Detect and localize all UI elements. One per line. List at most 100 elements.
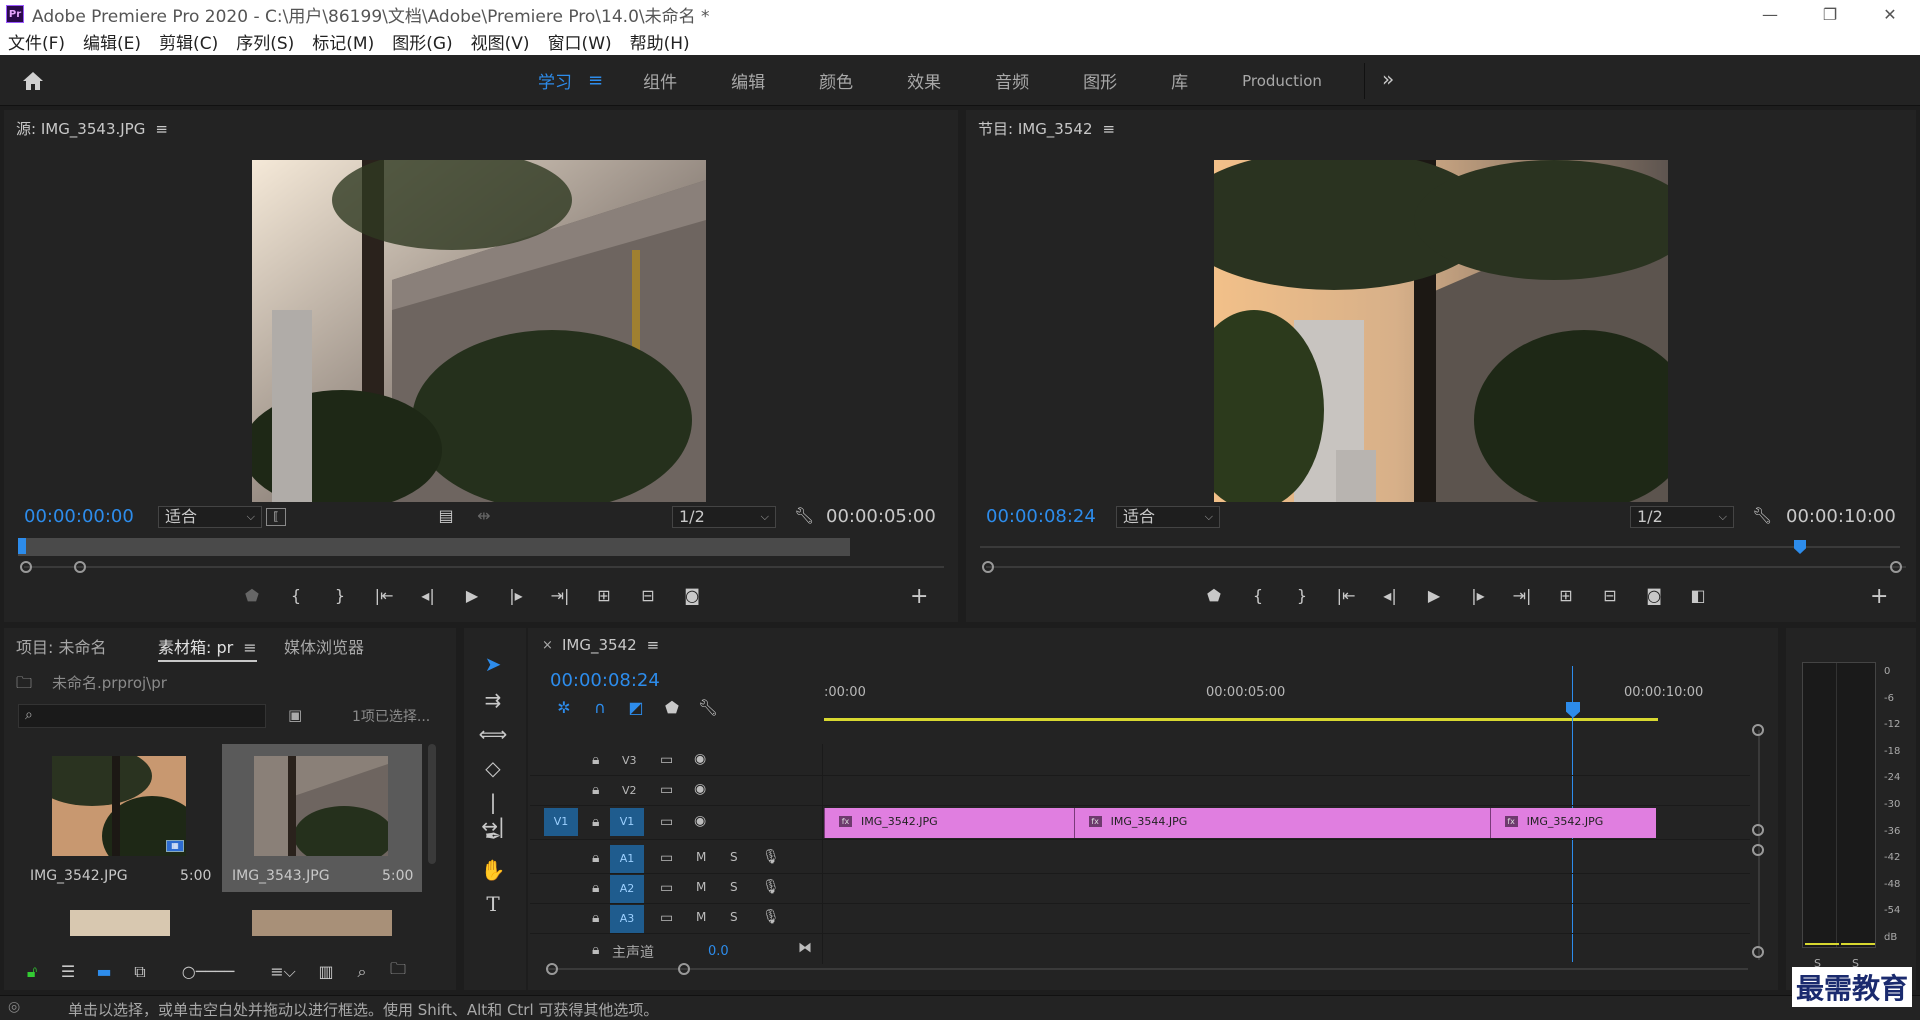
step-forward-icon[interactable]: |▸ <box>494 586 538 605</box>
add-button-icon[interactable]: + <box>910 584 928 609</box>
panel-menu-icon[interactable]: ≡ <box>155 120 168 138</box>
mark-out-icon[interactable]: } <box>318 586 362 605</box>
nest-icon[interactable]: ✲ <box>546 698 582 717</box>
menu-edit[interactable]: 编辑(E) <box>83 29 141 54</box>
find-icon[interactable]: ⌕ <box>344 962 380 982</box>
scroll-handle-right[interactable] <box>678 963 690 975</box>
add-button-icon[interactable]: + <box>1870 584 1888 609</box>
lock-icon[interactable]: 🔒︎ <box>592 782 599 798</box>
source-monitor-title[interactable]: 源: IMG_3543.JPG ≡ <box>16 118 168 139</box>
insert-icon[interactable]: ⊞ <box>582 586 626 605</box>
close-button[interactable]: ✕ <box>1860 0 1920 28</box>
source-patch-v1[interactable]: V1 <box>544 808 578 836</box>
lift-icon[interactable]: ⊞ <box>1544 586 1588 605</box>
menu-sequence[interactable]: 序列(S) <box>236 29 294 54</box>
program-zoom-dropdown[interactable]: 适合 ⌵ <box>1116 506 1220 528</box>
eye-icon[interactable]: ◉ <box>694 751 706 767</box>
snap-icon[interactable]: ∩ <box>582 698 618 717</box>
solo-button[interactable]: S <box>730 880 738 894</box>
lock-icon[interactable]: 🔒︎ <box>592 880 599 896</box>
add-marker-icon[interactable]: ⬟ <box>654 698 690 717</box>
sync-lock-icon[interactable]: ▭ <box>660 814 673 830</box>
pen-tool-icon[interactable]: ✒ <box>478 824 508 852</box>
go-to-in-icon[interactable]: |⇤ <box>362 586 406 605</box>
list-view-icon[interactable]: ☰ <box>50 962 86 981</box>
track-target-a1[interactable]: A1 <box>610 845 644 873</box>
eye-icon[interactable]: ◉ <box>694 813 706 829</box>
menu-file[interactable]: 文件(F) <box>8 29 65 54</box>
add-marker-icon[interactable]: ⬟ <box>230 586 274 605</box>
workspace-tab-audio[interactable]: 音频 <box>995 68 1029 93</box>
wrench-icon[interactable]: 🔧︎ <box>794 506 814 525</box>
insert-overlay-icon[interactable]: ▤ <box>436 506 456 525</box>
program-resolution-dropdown[interactable]: 1/2 ⌵ <box>1630 506 1734 528</box>
wrench-icon[interactable]: 🔧︎ <box>1752 506 1772 525</box>
program-playhead[interactable] <box>1794 540 1806 554</box>
tab-bin[interactable]: 素材箱: pr ≡ <box>158 634 257 662</box>
program-zoom-bar[interactable] <box>986 566 1906 568</box>
eye-icon[interactable]: ◉ <box>694 781 706 797</box>
workspace-tab-learning[interactable]: 学习 <box>538 68 572 93</box>
overwrite-icon[interactable]: ⊟ <box>626 586 670 605</box>
project-item-selected[interactable]: IMG_3543.JPG 5:00 <box>222 744 422 892</box>
type-tool-icon[interactable]: T <box>478 892 508 920</box>
program-scrub-ticks[interactable] <box>980 546 1900 548</box>
menu-graphics[interactable]: 图形(G) <box>392 29 452 54</box>
freeform-view-icon[interactable]: ⧉ <box>122 962 158 982</box>
linked-selection-icon[interactable]: ◩ <box>618 698 654 717</box>
solo-button[interactable]: S <box>730 910 738 924</box>
source-resolution-dropdown[interactable]: 1/2 ⌵ <box>672 506 776 528</box>
automate-to-sequence-icon[interactable]: ▥ <box>308 962 344 981</box>
workspace-tab-effects[interactable]: 效果 <box>907 68 941 93</box>
workspace-tab-assembly[interactable]: 组件 <box>643 68 677 93</box>
source-timecode[interactable]: 00:00:00:00 <box>24 506 134 527</box>
zoom-slider[interactable]: ○──── <box>158 962 258 981</box>
sort-icon[interactable]: ≡⌵ <box>258 962 308 982</box>
project-item[interactable]: ▦ IMG_3542.JPG 5:00 <box>20 744 220 892</box>
compare-view-icon[interactable]: ◧ <box>1676 586 1720 605</box>
mark-in-icon[interactable]: { <box>274 586 318 605</box>
sequence-tab[interactable]: IMG_3542 ≡ <box>562 636 659 654</box>
mark-out-icon[interactable]: } <box>1280 586 1324 605</box>
sync-lock-icon[interactable]: ▭ <box>660 782 673 798</box>
mute-button[interactable]: M <box>696 880 706 894</box>
program-video-frame[interactable] <box>1214 160 1668 502</box>
extract-icon[interactable]: ⊟ <box>1588 586 1632 605</box>
hand-tool-icon[interactable]: ✋ <box>478 858 508 886</box>
sync-lock-icon[interactable]: ▭ <box>660 850 673 866</box>
work-area-bar[interactable] <box>824 718 1658 721</box>
master-volume[interactable]: 0.0 <box>708 944 729 959</box>
menu-window[interactable]: 窗口(W) <box>548 29 612 54</box>
step-forward-icon[interactable]: |▸ <box>1456 586 1500 605</box>
new-bin-icon[interactable]: 🗀︎ <box>380 958 416 985</box>
step-back-icon[interactable]: ◂| <box>1368 586 1412 605</box>
program-timecode[interactable]: 00:00:08:24 <box>986 506 1096 527</box>
lock-icon[interactable]: 🔒︎ <box>592 942 599 958</box>
timeline-clip[interactable]: fx IMG_3544.JPG <box>1073 808 1490 838</box>
menu-view[interactable]: 视图(V) <box>471 29 530 54</box>
project-scrollbar[interactable] <box>428 744 436 864</box>
vscroll-handle[interactable] <box>1752 844 1764 856</box>
zoom-handle-left[interactable] <box>982 561 994 573</box>
go-to-out-icon[interactable]: ⇥| <box>538 586 582 605</box>
folder-up-icon[interactable]: 🗀︎ <box>16 672 32 699</box>
drag-audio-video-icon[interactable]: ⇹ <box>474 506 494 525</box>
source-zoom-dropdown[interactable]: 适合 ⌵ <box>158 506 262 528</box>
tab-media-browser[interactable]: 媒体浏览器 <box>284 634 364 658</box>
search-input[interactable]: ⌕ <box>18 704 266 728</box>
close-sequence-icon[interactable]: × <box>542 638 553 653</box>
track-target-a3[interactable]: A3 <box>610 905 644 933</box>
slip-tool-icon[interactable]: |↔| <box>478 790 508 838</box>
timeline-timecode[interactable]: 00:00:08:24 <box>550 670 660 691</box>
workspace-tab-libraries[interactable]: 库 <box>1171 68 1188 93</box>
go-to-in-icon[interactable]: |⇤ <box>1324 586 1368 605</box>
home-icon[interactable] <box>22 70 44 92</box>
source-video-frame[interactable] <box>252 160 706 502</box>
scroll-handle-left[interactable] <box>546 963 558 975</box>
workspace-tab-color[interactable]: 颜色 <box>819 68 853 93</box>
minimize-button[interactable]: — <box>1740 0 1800 28</box>
play-icon[interactable]: ▶ <box>450 586 494 605</box>
lock-icon[interactable]: 🔒︎ <box>592 814 599 830</box>
new-bin-from-search-icon[interactable]: ▣ <box>288 706 302 724</box>
vscroll-handle[interactable] <box>1752 724 1764 736</box>
